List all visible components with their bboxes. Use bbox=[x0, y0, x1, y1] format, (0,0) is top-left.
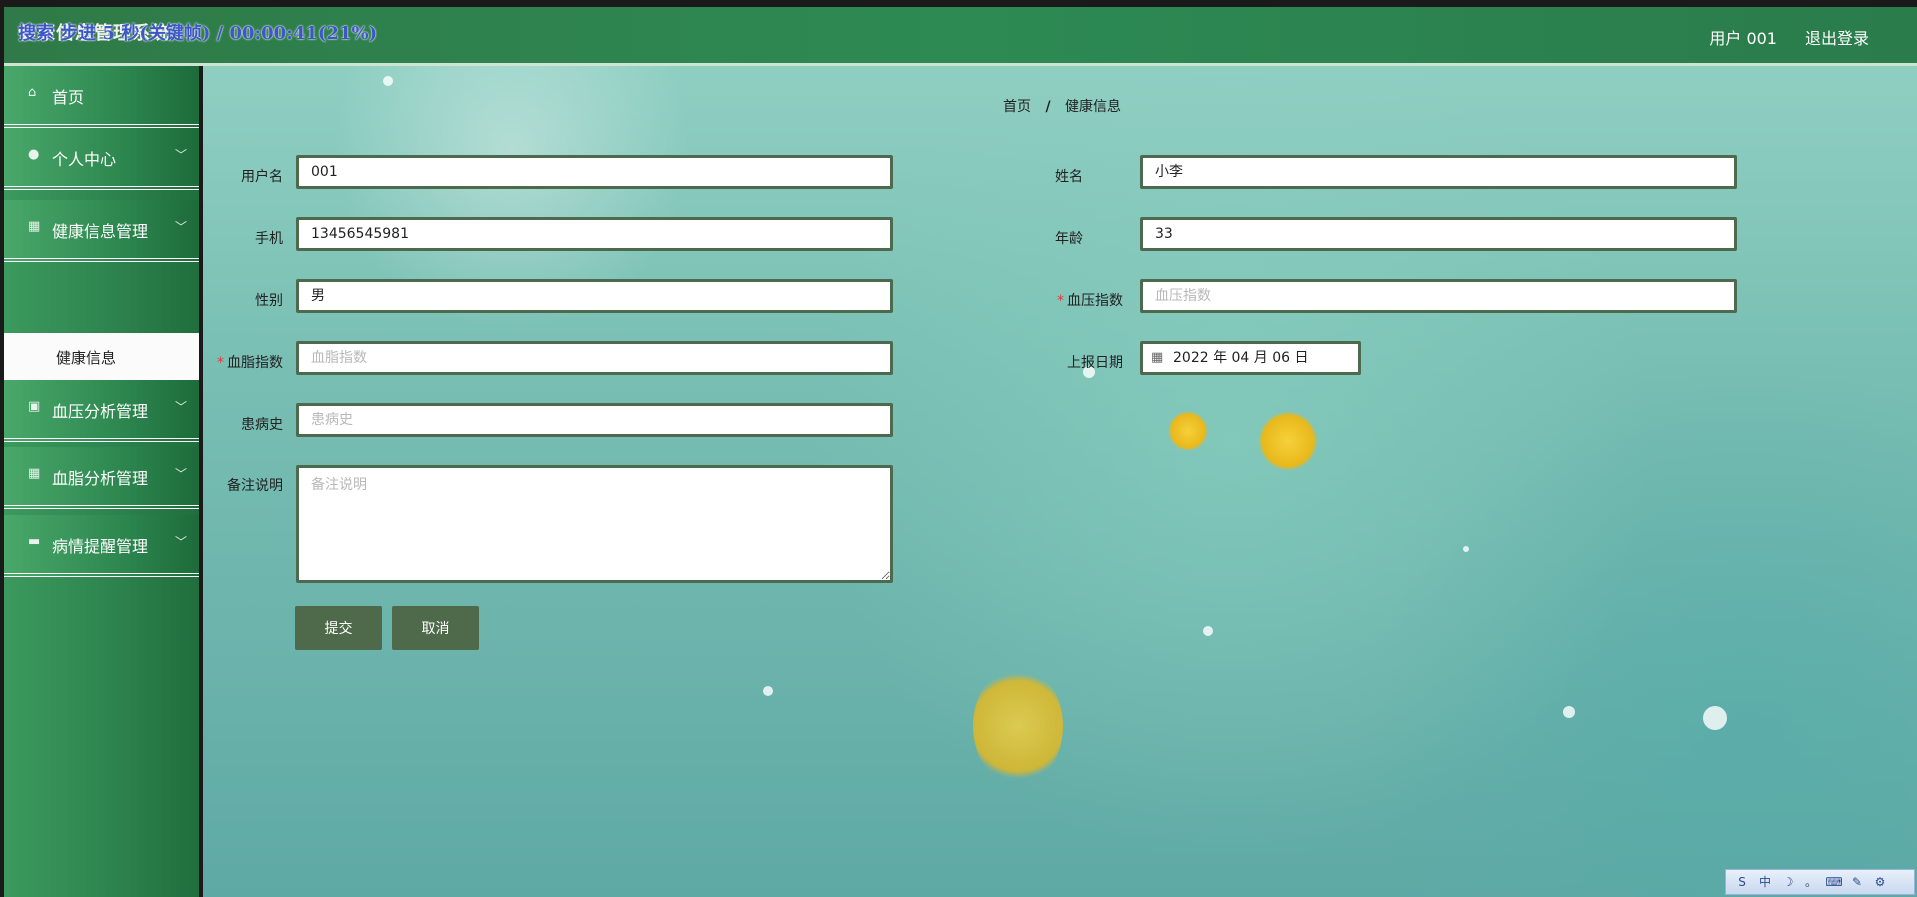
medical-history-input[interactable] bbox=[296, 403, 893, 437]
ime-mode-icon[interactable]: 中 bbox=[1755, 873, 1775, 891]
name-label: 姓名 bbox=[1055, 169, 1083, 185]
required-mark: * bbox=[1057, 293, 1064, 309]
gender-label: 性别 bbox=[255, 293, 283, 309]
username-field[interactable]: 001 bbox=[296, 155, 893, 189]
sidebar-item-condition-reminder[interactable]: ▬ 病情提醒管理 ﹀ bbox=[4, 515, 199, 577]
report-date-label: 上报日期 bbox=[1067, 355, 1123, 371]
ime-logo-icon[interactable]: S bbox=[1732, 873, 1752, 891]
sidebar: ⌂ 首页 ● 个人中心 ﹀ ▦ 健康信息管理 ﹀ 健康信息 ▣ 血压分析管理 ﹀… bbox=[4, 66, 199, 897]
remarks-label: 备注说明 bbox=[227, 478, 283, 494]
phone-label: 手机 bbox=[255, 231, 283, 247]
sidebar-item-label: 血脂分析管理 bbox=[52, 469, 149, 488]
flower-decoration bbox=[1258, 411, 1318, 471]
grid-icon: ▦ bbox=[28, 219, 41, 234]
bokeh-dot bbox=[1563, 706, 1575, 718]
submit-button[interactable]: 提交 bbox=[295, 606, 382, 650]
blood-pressure-input[interactable] bbox=[1140, 279, 1737, 313]
remarks-textarea[interactable] bbox=[296, 465, 893, 583]
sidebar-subitem-label: 健康信息 bbox=[56, 349, 117, 367]
name-field[interactable]: 小李 bbox=[1140, 155, 1737, 189]
chevron-down-icon: ﹀ bbox=[174, 148, 187, 162]
blood-lipid-label-text: 血脂指数 bbox=[227, 355, 283, 371]
sidebar-item-blood-lipid-analysis[interactable]: ▦ 血脂分析管理 ﹀ bbox=[4, 447, 199, 509]
sidebar-subitem-health-info[interactable]: 健康信息 bbox=[4, 333, 199, 380]
age-label: 年龄 bbox=[1055, 231, 1083, 247]
sidebar-item-personal-center[interactable]: ● 个人中心 ﹀ bbox=[4, 128, 199, 190]
breadcrumb-current: 健康信息 bbox=[1065, 99, 1122, 115]
flower-decoration bbox=[1168, 411, 1208, 451]
gender-field[interactable]: 男 bbox=[296, 279, 893, 313]
grain-decoration bbox=[973, 666, 1063, 786]
grid-icon: ▦ bbox=[28, 466, 41, 481]
chevron-down-icon: ﹀ bbox=[174, 467, 187, 481]
ime-settings-icon[interactable]: ⚙ bbox=[1870, 873, 1890, 891]
calendar-icon: ▦ bbox=[1151, 350, 1164, 365]
current-user-label: 用户 001 bbox=[1709, 29, 1777, 48]
chevron-down-icon: ﹀ bbox=[174, 535, 187, 549]
bokeh-dot bbox=[1703, 706, 1727, 730]
required-mark: * bbox=[217, 355, 224, 371]
sidebar-item-label: 个人中心 bbox=[52, 150, 117, 169]
user-icon: ● bbox=[28, 147, 40, 162]
app-window: 健康信息管理系统 搜索 步进 5 秒(关键帧) / 00:00:41(21%) … bbox=[0, 0, 1917, 897]
chevron-down-icon: ﹀ bbox=[174, 400, 187, 414]
bokeh-dot bbox=[383, 76, 393, 86]
sidebar-item-blood-pressure-analysis[interactable]: ▣ 血压分析管理 ﹀ bbox=[4, 380, 199, 442]
breadcrumb-separator: / bbox=[1045, 99, 1051, 115]
ime-keyboard-icon[interactable]: ⌨ bbox=[1824, 873, 1844, 891]
logout-link[interactable]: 退出登录 bbox=[1805, 25, 1869, 49]
sidebar-item-label: 血压分析管理 bbox=[52, 402, 149, 421]
breadcrumb: 首页 / 健康信息 bbox=[1003, 96, 1121, 116]
sidebar-item-label: 首页 bbox=[52, 88, 85, 107]
sidebar-item-label: 健康信息管理 bbox=[52, 222, 149, 241]
ime-punct-icon[interactable]: 。 bbox=[1801, 873, 1821, 891]
bokeh-dot bbox=[1203, 626, 1213, 636]
monitor-icon: ▬ bbox=[28, 534, 41, 549]
age-field[interactable]: 33 bbox=[1140, 217, 1737, 251]
sidebar-item-health-info-management[interactable]: ▦ 健康信息管理 ﹀ bbox=[4, 200, 199, 262]
ime-moon-icon[interactable]: ☽ bbox=[1778, 873, 1798, 891]
report-date-value: 2022 年 04 月 06 日 bbox=[1173, 350, 1309, 366]
ime-pen-icon[interactable]: ✎ bbox=[1847, 873, 1867, 891]
cancel-button[interactable]: 取消 bbox=[392, 606, 479, 650]
blood-lipid-input[interactable] bbox=[296, 341, 893, 375]
blood-pressure-label-text: 血压指数 bbox=[1067, 293, 1123, 309]
home-icon: ⌂ bbox=[28, 85, 37, 100]
top-header: 健康信息管理系统 搜索 步进 5 秒(关键帧) / 00:00:41(21%) … bbox=[4, 7, 1917, 66]
breadcrumb-home[interactable]: 首页 bbox=[1003, 99, 1031, 115]
main-content: 首页 / 健康信息 用户名 001 手机 13456545981 性别 男 * 血… bbox=[203, 66, 1917, 897]
clipboard-icon: ▣ bbox=[28, 399, 41, 414]
chevron-down-icon: ﹀ bbox=[174, 220, 187, 234]
medical-history-label: 患病史 bbox=[241, 417, 283, 433]
bokeh-dot bbox=[763, 686, 773, 696]
phone-field[interactable]: 13456545981 bbox=[296, 217, 893, 251]
sidebar-item-home[interactable]: ⌂ 首页 bbox=[4, 66, 199, 128]
video-player-overlay: 搜索 步进 5 秒(关键帧) / 00:00:41(21%) bbox=[18, 23, 378, 44]
bokeh-dot bbox=[1463, 546, 1469, 552]
report-date-picker[interactable]: ▦ 2022 年 04 月 06 日 bbox=[1140, 341, 1361, 375]
sidebar-item-label: 病情提醒管理 bbox=[52, 537, 149, 556]
username-label: 用户名 bbox=[241, 169, 283, 185]
ime-toolbar: S 中 ☽ 。 ⌨ ✎ ⚙ bbox=[1725, 869, 1915, 895]
blood-pressure-label: * 血压指数 bbox=[1043, 290, 1123, 310]
blood-lipid-label: * 血脂指数 bbox=[203, 352, 283, 372]
